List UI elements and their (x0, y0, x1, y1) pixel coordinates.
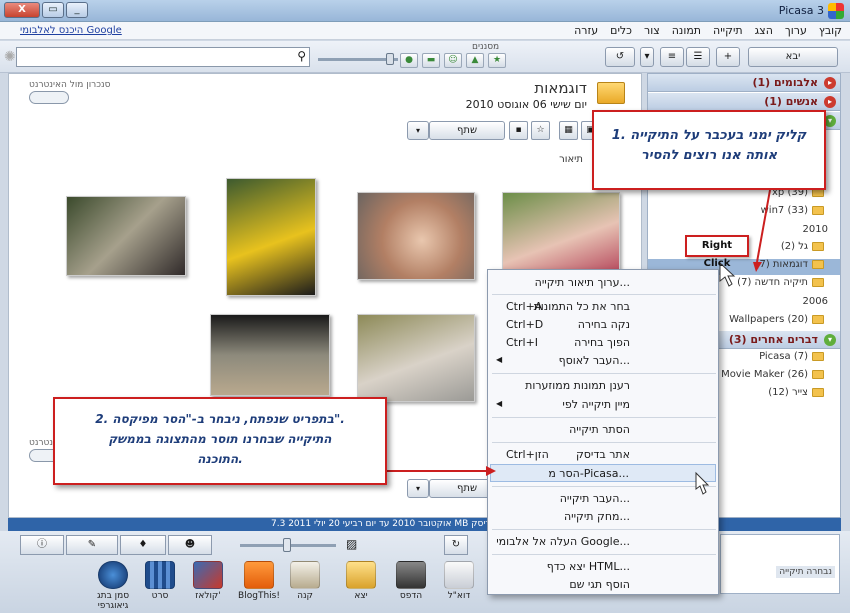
arrow-head (753, 262, 762, 272)
right-click-label: Right Click (685, 235, 749, 269)
callout-line: 2. בתפריט שנפתח, ניבחר ב-"הסר מפיקסה". (95, 412, 345, 426)
instruction-callout-step1: 1. קליק ימני בעכבר על התיקייה אותה אנו ר… (592, 110, 826, 190)
callout-line: 1. קליק ימני בעכבר על התיקייה (611, 128, 807, 143)
instruction-callout-step2: 2. בתפריט שנפתח, ניבחר ב-"הסר מפיקסה". ה… (53, 397, 387, 485)
mouse-cursor-icon (695, 471, 710, 495)
callout-line: אותה אנו רוצים להסיר (640, 148, 778, 163)
callout-line: התוכנה. (197, 452, 243, 466)
arrow-head (486, 466, 496, 476)
callout-line: התיקייה שבחרנו תוסר מהתצוגה בממשק (108, 432, 332, 446)
annotation-arrows (387, 189, 771, 495)
arrow-to-folder (756, 189, 771, 263)
